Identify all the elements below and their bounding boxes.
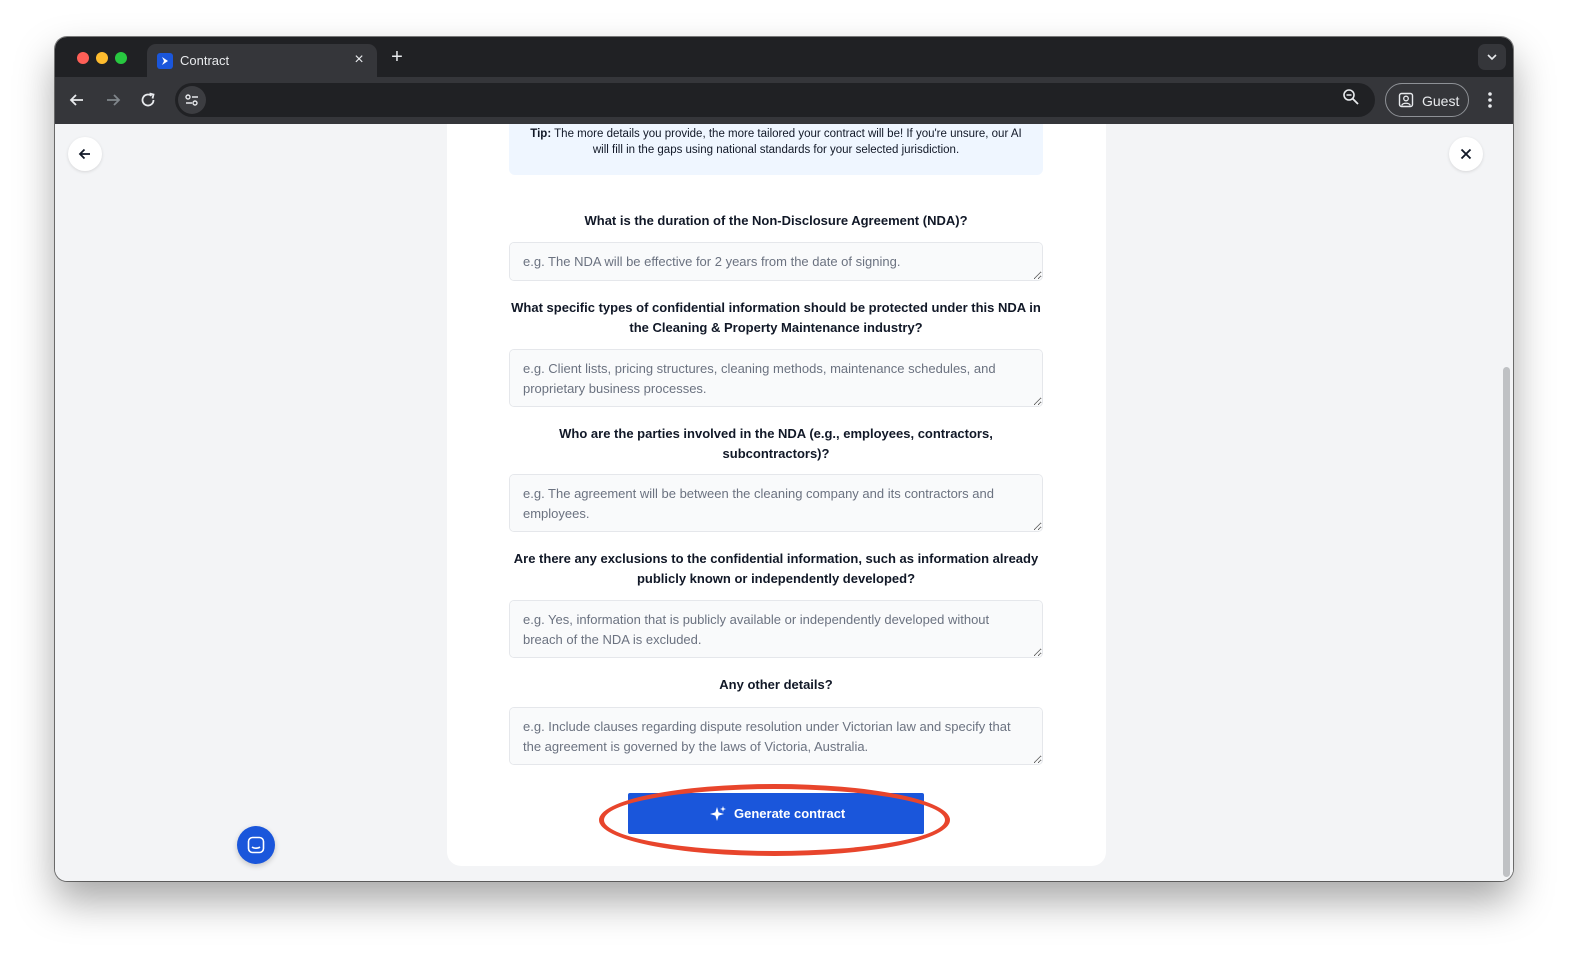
back-button[interactable] [66,89,88,111]
question-duration: What is the duration of the Non-Disclosu… [584,213,968,228]
answer-parties-field[interactable] [509,474,1043,532]
tip-label: Tip: [530,128,552,140]
zoom-icon [1343,89,1359,105]
tab-close-icon[interactable]: × [351,52,367,68]
generate-contract-label: Generate contract [734,806,846,821]
back-arrow-icon [69,94,83,106]
site-settings-icon [185,94,198,106]
site-favicon-icon [157,53,173,69]
browser-toolbar: Guest [55,77,1513,124]
page-viewport: Tip: The more details you provide, the m… [55,124,1513,881]
profile-button[interactable]: Guest [1385,83,1469,117]
forward-arrow-icon [107,94,121,106]
tab-contract[interactable]: Contract × [147,44,377,77]
address-input[interactable] [211,83,1335,117]
chat-launcher-button[interactable] [237,826,275,864]
generate-contract-button[interactable]: Generate contract [628,793,924,834]
question-other-details: Any other details? [719,677,833,692]
question-exclusions: Are there any exclusions to the confiden… [513,551,1039,586]
question-parties: Who are the parties involved in the NDA … [559,426,993,461]
more-vert-icon [1488,92,1492,108]
profile-icon [1398,92,1414,108]
tab-strip: Contract × + [55,37,1513,77]
tip-text: The more details you provide, the more t… [551,128,1022,156]
maximize-window-button[interactable] [115,52,127,64]
browser-menu-button[interactable] [1480,89,1500,111]
reload-icon [141,92,155,107]
scrollbar-thumb[interactable] [1503,367,1510,877]
chat-icon [247,836,265,854]
back-page-button[interactable] [68,137,102,171]
question-confidential-info: What specific types of confidential info… [511,300,1041,335]
close-window-button[interactable] [77,52,89,64]
tab-search-button[interactable] [1478,44,1506,70]
answer-duration-field[interactable] [509,242,1043,281]
sparkles-icon [710,806,726,821]
answer-exclusions-field[interactable] [509,600,1043,658]
tab-title: Contract [180,53,230,68]
browser-window: Contract × + Guest Tip: The more details… [55,37,1513,881]
tip-box: Tip: The more details you provide, the m… [509,124,1043,175]
close-page-button[interactable] [1449,137,1483,171]
chevron-down-icon [1487,54,1497,61]
arrow-left-icon [78,148,90,160]
zoom-button[interactable] [1342,88,1360,106]
minimize-window-button[interactable] [96,52,108,64]
new-tab-button[interactable]: + [387,47,407,67]
answer-other-details-field[interactable] [509,707,1043,765]
page-scrollbar[interactable] [1499,124,1513,881]
forward-button[interactable] [102,89,124,111]
contract-questionnaire-card: Tip: The more details you provide, the m… [447,124,1106,866]
site-settings-button[interactable] [178,86,206,114]
reload-button[interactable] [137,89,159,111]
close-icon [1460,148,1472,160]
address-bar[interactable] [175,83,1375,117]
profile-label: Guest [1422,93,1460,109]
answer-confidential-info-field[interactable] [509,349,1043,407]
